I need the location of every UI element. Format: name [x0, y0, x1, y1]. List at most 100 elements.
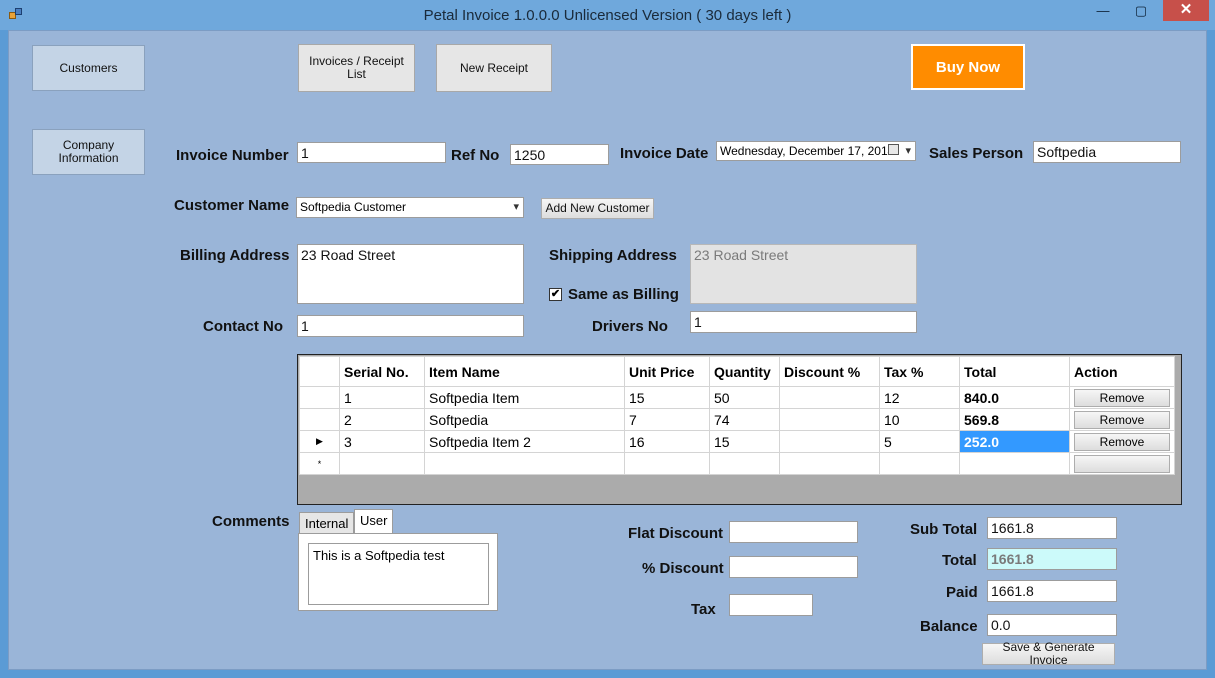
cell-total[interactable] — [959, 452, 1070, 475]
cell-tax[interactable]: 12 — [879, 386, 960, 409]
sales-person-input[interactable]: Softpedia — [1033, 141, 1181, 163]
cell-quantity[interactable]: 15 — [709, 430, 780, 453]
cell-total[interactable]: 569.8 — [959, 408, 1070, 431]
invoice-date-label: Invoice Date — [620, 145, 709, 162]
paid-input[interactable]: 1661.8 — [987, 580, 1117, 602]
cell-item-name[interactable]: Softpedia — [424, 408, 625, 431]
cell-discount[interactable] — [779, 452, 880, 475]
ref-no-input[interactable]: 1250 — [510, 144, 609, 165]
cell-unit-price[interactable]: 16 — [624, 430, 710, 453]
cell-discount[interactable] — [779, 430, 880, 453]
buy-now-button[interactable]: Buy Now — [911, 44, 1025, 90]
table-row[interactable]: 2 Softpedia 7 74 10 569.8 Remove — [299, 408, 1175, 431]
save-generate-invoice-button[interactable]: Save & Generate Invoice — [982, 641, 1115, 667]
billing-address-input[interactable]: 23 Road Street — [297, 244, 524, 304]
invoices-list-button[interactable]: Invoices / Receipt List — [298, 44, 415, 92]
title-bar: Petal Invoice 1.0.0.0 Unlicensed Version… — [0, 0, 1215, 30]
cell-item-name[interactable]: Softpedia Item 2 — [424, 430, 625, 453]
flat-discount-input[interactable] — [729, 521, 858, 543]
cell-discount[interactable] — [779, 408, 880, 431]
tax-label: Tax — [691, 601, 716, 618]
col-total[interactable]: Total — [959, 356, 1070, 387]
remove-button[interactable]: Remove — [1074, 432, 1170, 451]
cell-tax[interactable]: 5 — [879, 430, 960, 453]
close-button[interactable]: ✕ — [1163, 0, 1209, 21]
minimize-button[interactable]: — — [1089, 0, 1117, 22]
remove-button-empty[interactable] — [1074, 454, 1170, 473]
tax-input[interactable] — [729, 594, 813, 616]
col-tax[interactable]: Tax % — [879, 356, 960, 387]
cell-discount[interactable] — [779, 386, 880, 409]
table-new-row[interactable]: * — [299, 452, 1175, 475]
tab-internal[interactable]: Internal — [299, 512, 355, 534]
customer-name-label: Customer Name — [174, 197, 290, 214]
remove-button[interactable]: Remove — [1074, 388, 1170, 407]
cell-action: Remove — [1069, 386, 1175, 409]
company-information-button[interactable]: Company Information — [32, 129, 145, 175]
comment-textarea[interactable]: This is a Softpedia test — [308, 543, 489, 605]
items-grid[interactable]: Serial No. Item Name Unit Price Quantity… — [297, 354, 1182, 505]
sub-total-label: Sub Total — [910, 521, 978, 538]
invoice-date-picker[interactable]: Wednesday, December 17, 2014 ▾ — [716, 141, 916, 161]
row-header[interactable] — [299, 408, 340, 431]
cell-unit-price[interactable] — [624, 452, 710, 475]
shipping-address-input[interactable]: 23 Road Street — [690, 244, 917, 304]
new-receipt-button[interactable]: New Receipt — [436, 44, 552, 92]
customer-name-select[interactable]: Softpedia Customer ▾ — [296, 197, 524, 218]
remove-button[interactable]: Remove — [1074, 410, 1170, 429]
cell-serial[interactable]: 1 — [339, 386, 425, 409]
current-row-indicator[interactable]: ▶ — [299, 430, 340, 453]
chevron-down-icon[interactable]: ▾ — [905, 144, 911, 157]
row-header-corner — [299, 356, 340, 387]
cell-unit-price[interactable]: 7 — [624, 408, 710, 431]
sub-total-input[interactable]: 1661.8 — [987, 517, 1117, 539]
new-row-indicator[interactable]: * — [299, 452, 340, 475]
cell-action: Remove — [1069, 408, 1175, 431]
sales-person-label: Sales Person — [929, 145, 1024, 162]
invoice-date-value: Wednesday, December 17, 2014 — [720, 144, 895, 158]
col-item-name[interactable]: Item Name — [424, 356, 625, 387]
chevron-down-icon[interactable]: ▾ — [513, 200, 519, 213]
calendar-icon[interactable] — [888, 144, 899, 155]
col-discount[interactable]: Discount % — [779, 356, 880, 387]
cell-quantity[interactable]: 50 — [709, 386, 780, 409]
cell-quantity[interactable] — [709, 452, 780, 475]
col-quantity[interactable]: Quantity — [709, 356, 780, 387]
tab-user[interactable]: User — [354, 509, 394, 534]
cell-unit-price[interactable]: 15 — [624, 386, 710, 409]
cell-total[interactable]: 840.0 — [959, 386, 1070, 409]
maximize-button[interactable]: ▢ — [1127, 0, 1155, 22]
table-row[interactable]: 1 Softpedia Item 15 50 12 840.0 Remove — [299, 386, 1175, 409]
cell-total-selected[interactable]: 252.0 — [959, 430, 1070, 453]
percent-discount-input[interactable] — [729, 556, 858, 578]
cell-serial[interactable]: 3 — [339, 430, 425, 453]
drivers-no-input[interactable]: 1 — [690, 311, 917, 333]
contact-no-input[interactable]: 1 — [297, 315, 524, 337]
invoice-number-input[interactable]: 1 — [297, 142, 446, 163]
drivers-no-label: Drivers No — [592, 318, 668, 335]
cell-serial[interactable] — [339, 452, 425, 475]
total-label: Total — [942, 552, 977, 569]
items-table: Serial No. Item Name Unit Price Quantity… — [299, 356, 1175, 475]
invoice-number-label: Invoice Number — [176, 147, 289, 164]
table-row[interactable]: ▶ 3 Softpedia Item 2 16 15 5 252.0 Remov… — [299, 430, 1175, 453]
cell-serial[interactable]: 2 — [339, 408, 425, 431]
cell-tax[interactable] — [879, 452, 960, 475]
col-unit-price[interactable]: Unit Price — [624, 356, 710, 387]
flat-discount-label: Flat Discount — [628, 525, 724, 542]
table-header-row: Serial No. Item Name Unit Price Quantity… — [299, 356, 1175, 387]
add-new-customer-button[interactable]: Add New Customer — [541, 198, 654, 219]
cell-item-name[interactable] — [424, 452, 625, 475]
col-action[interactable]: Action — [1069, 356, 1175, 387]
balance-input[interactable]: 0.0 — [987, 614, 1117, 636]
total-input[interactable]: 1661.8 — [987, 548, 1117, 570]
col-serial-no[interactable]: Serial No. — [339, 356, 425, 387]
customers-button[interactable]: Customers — [32, 45, 145, 91]
row-header[interactable] — [299, 386, 340, 409]
cell-item-name[interactable]: Softpedia Item — [424, 386, 625, 409]
cell-quantity[interactable]: 74 — [709, 408, 780, 431]
comments-panel: This is a Softpedia test — [298, 533, 498, 611]
cell-tax[interactable]: 10 — [879, 408, 960, 431]
balance-label: Balance — [920, 618, 978, 635]
same-as-billing-checkbox[interactable]: ✔ — [549, 288, 562, 301]
